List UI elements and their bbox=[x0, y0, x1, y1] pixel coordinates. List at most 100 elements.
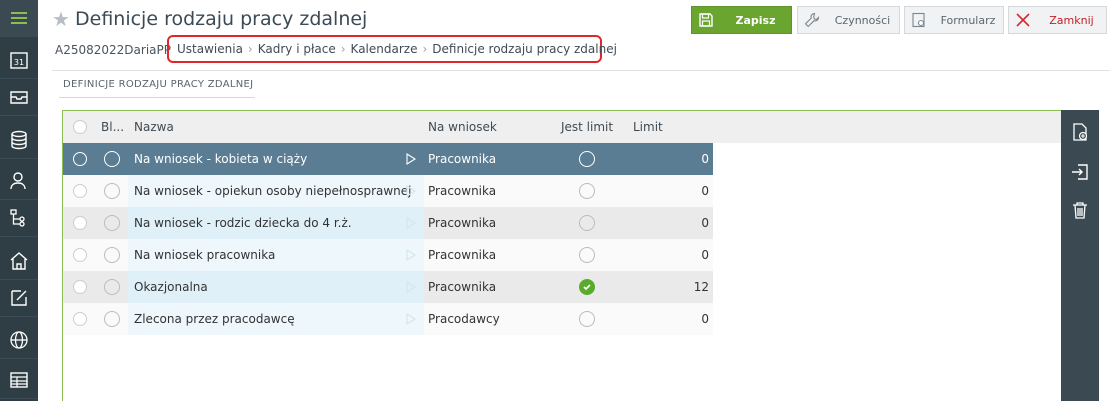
database-icon[interactable] bbox=[0, 122, 38, 159]
name-cell: Okazjonalna bbox=[128, 271, 424, 303]
unchecked-circle-icon bbox=[579, 311, 595, 327]
checkmark-icon bbox=[579, 279, 595, 295]
row-select-checkbox[interactable] bbox=[63, 207, 96, 239]
blocked-checkbox[interactable] bbox=[96, 239, 128, 271]
on-request-cell: Pracownika bbox=[424, 239, 547, 271]
home-icon[interactable] bbox=[0, 243, 38, 280]
menu-icon[interactable] bbox=[0, 0, 38, 37]
name-text: Zlecona przez pracodawcę bbox=[134, 312, 295, 326]
inbox-icon[interactable] bbox=[0, 79, 38, 116]
circle-icon bbox=[72, 248, 87, 262]
row-select-checkbox[interactable] bbox=[63, 175, 96, 207]
limit-cell: 0 bbox=[627, 239, 713, 271]
breadcrumb: Ustawienia › Kadry i płace › Kalendarze … bbox=[167, 35, 617, 63]
blocked-checkbox[interactable] bbox=[96, 207, 128, 239]
row-select-checkbox[interactable] bbox=[63, 143, 96, 175]
row-arrow-icon[interactable] bbox=[398, 303, 424, 335]
breadcrumb-item[interactable]: Kadry i płace bbox=[258, 42, 336, 56]
edit-icon[interactable] bbox=[0, 280, 38, 317]
breadcrumb-separator-icon: › bbox=[340, 42, 346, 56]
left-sidebar: 31 bbox=[0, 0, 38, 401]
on-request-cell: Pracownika bbox=[424, 175, 547, 207]
right-toolbar bbox=[1061, 110, 1099, 401]
header-divider bbox=[52, 70, 1110, 71]
org-structure-icon[interactable] bbox=[0, 200, 38, 237]
import-icon[interactable] bbox=[1061, 154, 1099, 190]
limit-cell: 12 bbox=[627, 271, 713, 303]
limit-cell: 0 bbox=[627, 175, 713, 207]
breadcrumb-item[interactable]: Ustawienia bbox=[177, 42, 243, 56]
name-text: Na wniosek pracownika bbox=[134, 248, 276, 262]
name-text: Na wniosek - opiekun osoby niepełnospraw… bbox=[134, 184, 412, 198]
row-arrow-icon[interactable] bbox=[398, 143, 424, 175]
circle-icon bbox=[104, 215, 120, 231]
breadcrumb-separator-icon: › bbox=[247, 42, 253, 56]
unchecked-circle-icon bbox=[579, 247, 595, 263]
row-arrow-icon[interactable] bbox=[398, 175, 424, 207]
delete-icon[interactable] bbox=[1061, 192, 1099, 228]
row-select-checkbox[interactable] bbox=[63, 303, 96, 335]
grid-header-row: Bl... Nazwa Na wniosek Jest limit Limit bbox=[63, 111, 713, 143]
row-arrow-icon[interactable] bbox=[398, 207, 424, 239]
column-header-on-request[interactable]: Na wniosek bbox=[424, 111, 547, 143]
close-label: Zamknij bbox=[1049, 13, 1094, 27]
name-text: Na wniosek - kobieta w ciąży bbox=[134, 152, 308, 166]
blocked-checkbox[interactable] bbox=[96, 143, 128, 175]
name-cell: Zlecona przez pracodawcę bbox=[128, 303, 424, 335]
has-limit-cell bbox=[547, 239, 627, 271]
has-limit-cell bbox=[547, 303, 627, 335]
save-button[interactable]: Zapisz bbox=[691, 6, 792, 34]
on-request-cell: Pracownika bbox=[424, 271, 547, 303]
name-text: Okazjonalna bbox=[134, 280, 208, 294]
table-row[interactable]: Na wniosek - rodzic dziecka do 4 r.ż. Pra… bbox=[63, 207, 713, 239]
column-header-limit[interactable]: Limit bbox=[627, 111, 713, 143]
name-text: Na wniosek - rodzic dziecka do 4 r.ż. bbox=[134, 216, 352, 230]
limit-cell: 0 bbox=[627, 303, 713, 335]
form-button[interactable]: Formularz bbox=[904, 6, 1004, 34]
column-header-has-limit[interactable]: Jest limit bbox=[547, 111, 627, 143]
form-icon bbox=[905, 12, 933, 28]
users-icon[interactable] bbox=[0, 163, 38, 200]
circle-icon bbox=[72, 152, 87, 166]
column-header-name[interactable]: Nazwa bbox=[128, 111, 424, 143]
actions-button[interactable]: Czynności bbox=[797, 6, 900, 34]
circle-icon bbox=[72, 312, 87, 326]
circle-icon bbox=[104, 183, 120, 199]
circle-icon bbox=[104, 247, 120, 263]
circle-icon bbox=[72, 280, 87, 294]
table-row[interactable]: Na wniosek pracownika Pracownika 0 bbox=[63, 239, 713, 271]
favorite-star-icon[interactable]: ★ bbox=[52, 7, 70, 31]
name-cell: Na wniosek - opiekun osoby niepełnospraw… bbox=[128, 175, 424, 207]
circle-icon bbox=[72, 120, 87, 134]
add-document-icon[interactable] bbox=[1061, 114, 1099, 150]
circle-icon bbox=[72, 216, 87, 230]
row-arrow-icon[interactable] bbox=[398, 239, 424, 271]
table-icon[interactable] bbox=[0, 362, 38, 399]
column-header-blocked[interactable]: Bl... bbox=[96, 111, 128, 143]
row-select-checkbox[interactable] bbox=[63, 271, 96, 303]
has-limit-cell bbox=[547, 143, 627, 175]
select-all-checkbox[interactable] bbox=[63, 111, 96, 143]
circle-icon bbox=[104, 151, 120, 167]
circle-icon bbox=[72, 184, 87, 198]
table-row[interactable]: Na wniosek - kobieta w ciąży Pracownika 0 bbox=[63, 143, 713, 175]
row-arrow-icon[interactable] bbox=[398, 271, 424, 303]
close-button[interactable]: Zamknij bbox=[1008, 6, 1107, 34]
calendar-icon[interactable]: 31 bbox=[0, 42, 38, 79]
name-cell: Na wniosek pracownika bbox=[128, 239, 424, 271]
row-select-checkbox[interactable] bbox=[63, 239, 96, 271]
breadcrumb-item-current: Definicje rodzaju pracy zdalnej bbox=[432, 42, 617, 56]
table-row[interactable]: Okazjonalna Pracownika 12 bbox=[63, 271, 713, 303]
blocked-checkbox[interactable] bbox=[96, 175, 128, 207]
floppy-disk-icon bbox=[692, 13, 720, 27]
breadcrumb-item[interactable]: Kalendarze bbox=[351, 42, 418, 56]
unchecked-circle-icon bbox=[579, 183, 595, 199]
form-label: Formularz bbox=[940, 13, 996, 27]
unchecked-circle-icon bbox=[579, 151, 595, 167]
circle-icon bbox=[104, 279, 120, 295]
blocked-checkbox[interactable] bbox=[96, 271, 128, 303]
table-row[interactable]: Zlecona przez pracodawcę Pracodawcy 0 bbox=[63, 303, 713, 335]
globe-icon[interactable] bbox=[0, 322, 38, 359]
blocked-checkbox[interactable] bbox=[96, 303, 128, 335]
table-row[interactable]: Na wniosek - opiekun osoby niepełnospraw… bbox=[63, 175, 713, 207]
